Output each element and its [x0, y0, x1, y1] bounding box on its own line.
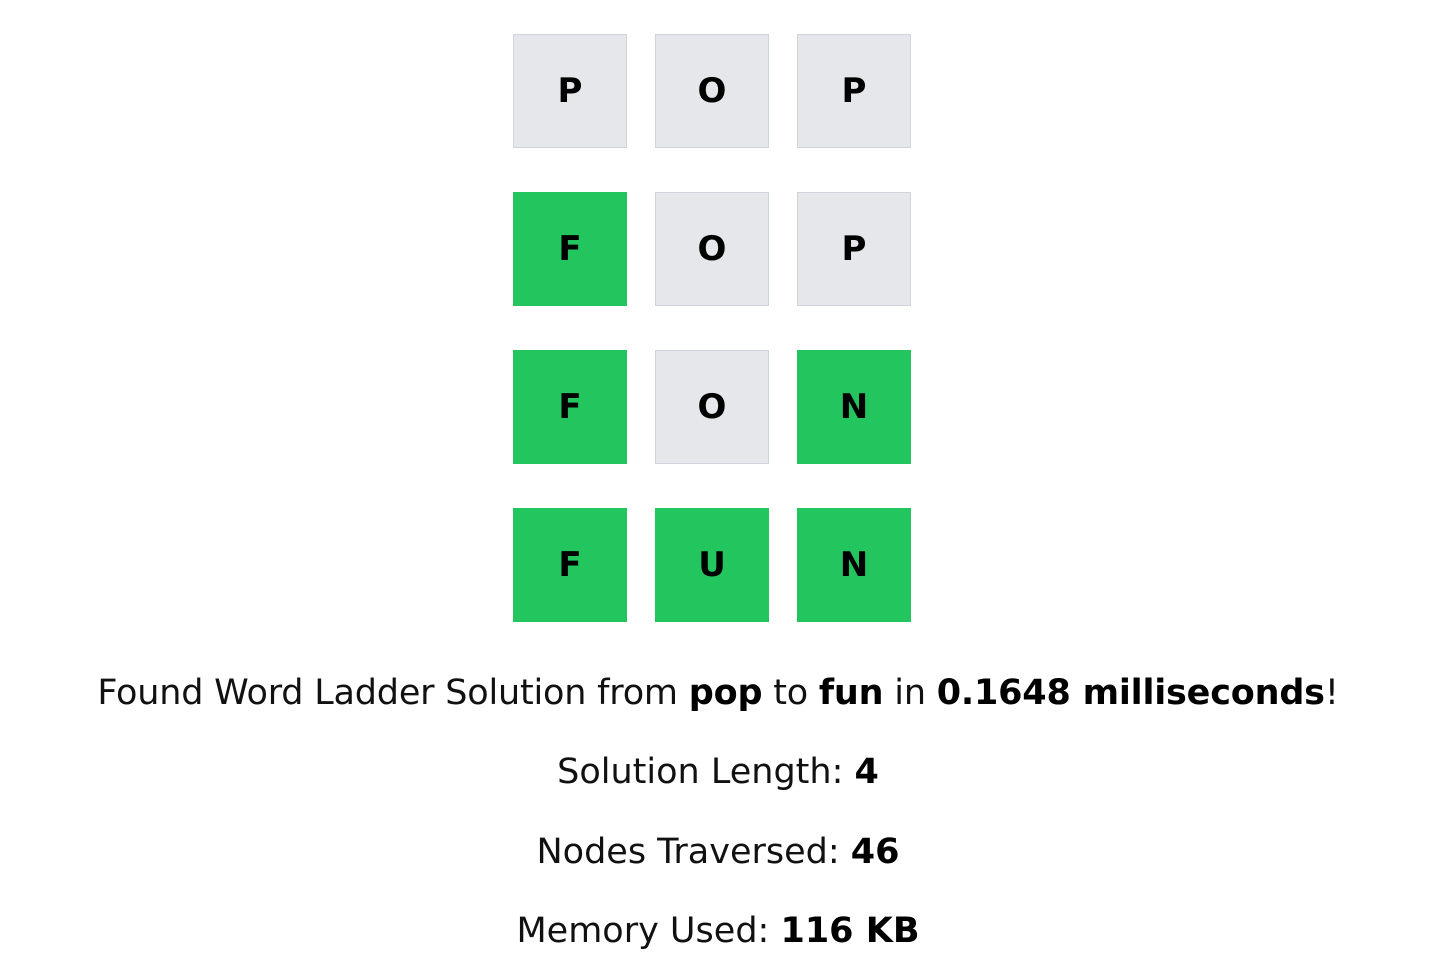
result-suffix: ! — [1324, 673, 1339, 713]
letter-tile: N — [797, 508, 911, 622]
letter-tile: O — [655, 34, 769, 148]
result-in: in — [883, 673, 937, 713]
word-ladder-grid: P O P F O P F O N F U N — [513, 34, 917, 666]
end-word: fun — [818, 673, 884, 713]
memory-used-value: 116 KB — [780, 911, 920, 951]
ladder-row: F O N — [513, 350, 917, 465]
letter-tile: O — [655, 192, 769, 306]
nodes-traversed-stat: Nodes Traversed: 46 — [0, 827, 1436, 877]
nodes-traversed-label: Nodes Traversed: — [536, 832, 851, 872]
solution-length-stat: Solution Length: 4 — [0, 747, 1436, 797]
nodes-traversed-value: 46 — [850, 832, 900, 872]
memory-used-label: Memory Used: — [516, 911, 781, 951]
letter-tile: O — [655, 350, 769, 464]
letter-tile: N — [797, 350, 911, 464]
memory-used-stat: Memory Used: 116 KB — [0, 906, 1436, 956]
letter-tile: P — [513, 34, 627, 148]
letter-tile: P — [797, 34, 911, 148]
ladder-row: F U N — [513, 508, 917, 623]
solution-length-label: Solution Length: — [557, 752, 855, 792]
start-word: pop — [688, 673, 763, 713]
letter-tile: F — [513, 192, 627, 306]
result-prefix: Found Word Ladder Solution from — [97, 673, 689, 713]
letter-tile: U — [655, 508, 769, 622]
letter-tile: P — [797, 192, 911, 306]
result-message: Found Word Ladder Solution from pop to f… — [0, 668, 1436, 718]
ladder-row: F O P — [513, 192, 917, 307]
solution-length-value: 4 — [854, 752, 879, 792]
letter-tile: F — [513, 508, 627, 622]
solve-time: 0.1648 milliseconds — [936, 673, 1325, 713]
ladder-row: P O P — [513, 34, 917, 149]
letter-tile: F — [513, 350, 627, 464]
result-to: to — [762, 673, 819, 713]
